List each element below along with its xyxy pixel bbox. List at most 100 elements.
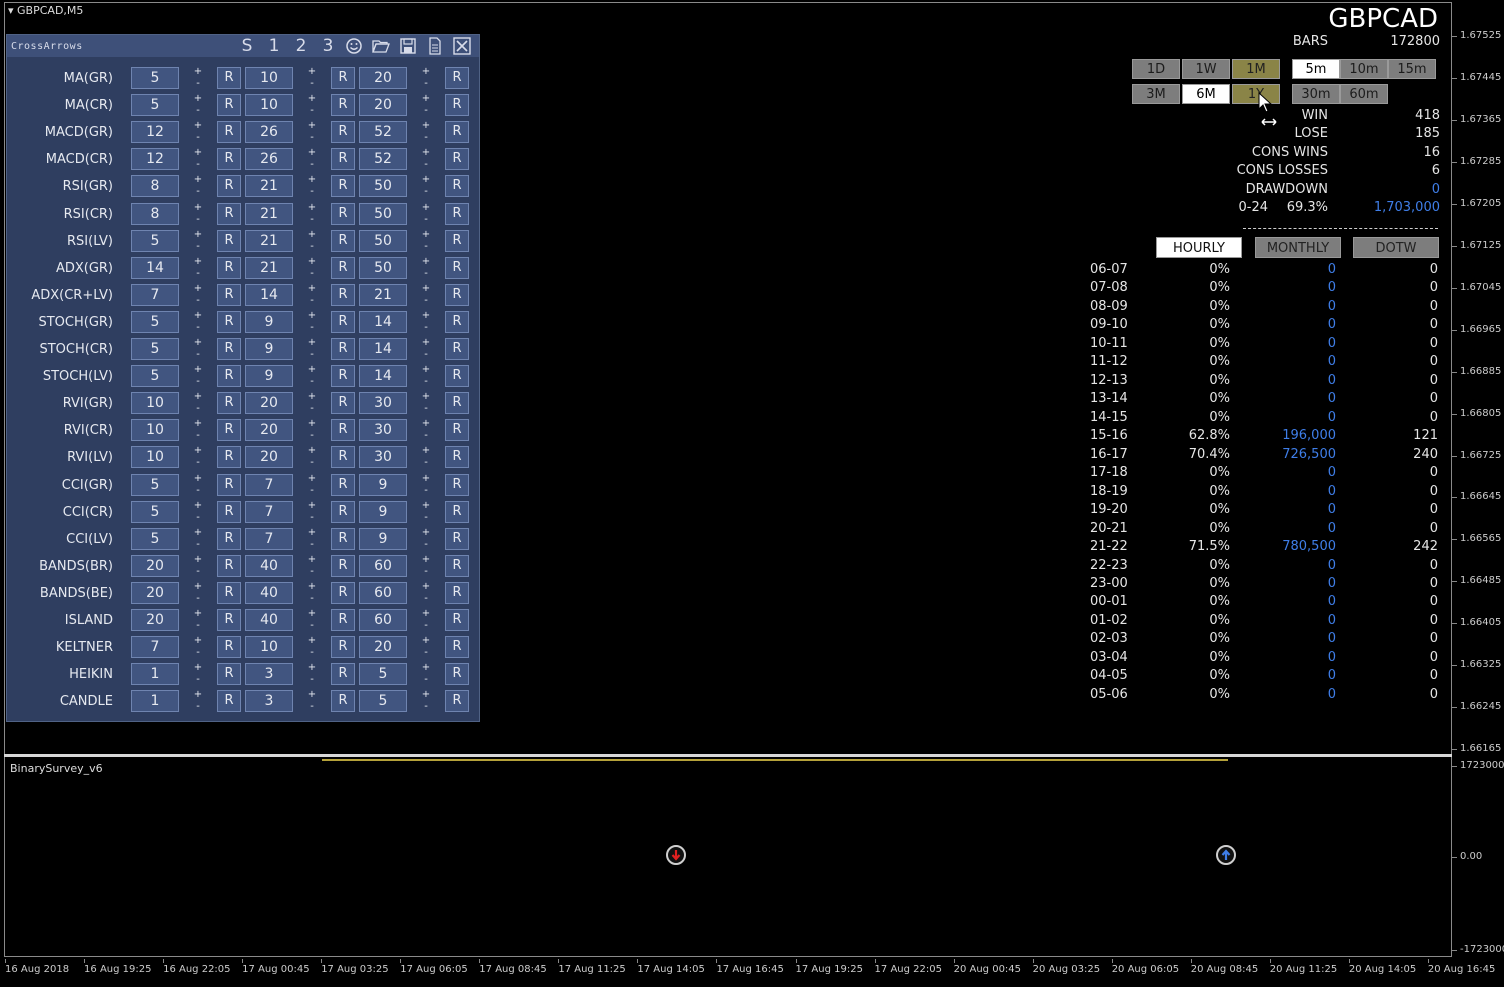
increment-button[interactable]: +	[193, 202, 203, 212]
reset-3-button[interactable]: R	[445, 609, 469, 631]
period-2-field[interactable]: 7	[245, 500, 293, 523]
decrement-button[interactable]: -	[193, 485, 203, 495]
reset-2-button[interactable]: R	[331, 500, 355, 523]
period-1-field[interactable]: 5	[131, 67, 179, 89]
period-3m-button[interactable]: 3M	[1132, 84, 1180, 104]
increment-button[interactable]: +	[307, 446, 317, 456]
increment-button[interactable]: +	[193, 310, 203, 320]
reset-3-button[interactable]: R	[445, 554, 469, 577]
decrement-button[interactable]: -	[421, 79, 431, 89]
increment-button[interactable]: +	[307, 636, 317, 646]
decrement-button[interactable]: -	[421, 377, 431, 387]
panel-header[interactable]: CrossArrows S 1 2 3	[7, 35, 479, 57]
period-1-field[interactable]: 7	[131, 636, 179, 659]
period-2-field[interactable]: 10	[245, 94, 293, 117]
increment-button[interactable]: +	[307, 338, 317, 348]
period-2-field[interactable]: 21	[245, 256, 293, 279]
decrement-button[interactable]: -	[307, 187, 317, 197]
reset-1-button[interactable]: R	[217, 554, 241, 577]
increment-button[interactable]: +	[193, 121, 203, 131]
reset-2-button[interactable]: R	[331, 581, 355, 604]
period-2-field[interactable]: 3	[245, 690, 293, 713]
period-3-field[interactable]: 9	[359, 473, 407, 496]
increment-button[interactable]: +	[307, 500, 317, 510]
smiley-icon[interactable]	[345, 37, 365, 55]
decrement-button[interactable]: -	[193, 241, 203, 251]
reset-3-button[interactable]: R	[445, 473, 469, 496]
decrement-button[interactable]: -	[193, 187, 203, 197]
period-1-field[interactable]: 5	[131, 229, 179, 252]
reset-3-button[interactable]: R	[445, 310, 469, 333]
increment-button[interactable]: +	[193, 175, 203, 185]
decrement-button[interactable]: -	[193, 593, 203, 603]
increment-button[interactable]: +	[307, 419, 317, 429]
decrement-button[interactable]: -	[421, 539, 431, 549]
reset-3-button[interactable]: R	[445, 581, 469, 604]
decrement-button[interactable]: -	[421, 187, 431, 197]
period-2-field[interactable]: 26	[245, 121, 293, 144]
increment-button[interactable]: +	[307, 229, 317, 239]
reset-2-button[interactable]: R	[331, 175, 355, 198]
reset-1-button[interactable]: R	[217, 310, 241, 333]
increment-button[interactable]: +	[307, 392, 317, 402]
decrement-button[interactable]: -	[307, 404, 317, 414]
decrement-button[interactable]: -	[193, 621, 203, 631]
reset-1-button[interactable]: R	[217, 609, 241, 631]
reset-1-button[interactable]: R	[217, 636, 241, 659]
decrement-button[interactable]: -	[193, 160, 203, 170]
reset-1-button[interactable]: R	[217, 67, 241, 89]
increment-button[interactable]: +	[193, 365, 203, 375]
reset-3-button[interactable]: R	[445, 202, 469, 225]
period-1d-button[interactable]: 1D	[1132, 59, 1180, 79]
decrement-button[interactable]: -	[193, 566, 203, 576]
period-2-field[interactable]: 3	[245, 663, 293, 686]
period-3-field[interactable]: 14	[359, 365, 407, 388]
period-2-field[interactable]: 20	[245, 392, 293, 415]
decrement-button[interactable]: -	[421, 512, 431, 522]
reset-1-button[interactable]: R	[217, 202, 241, 225]
interval-30m-button[interactable]: 30m	[1292, 84, 1340, 104]
decrement-button[interactable]: -	[193, 648, 203, 658]
increment-button[interactable]: +	[307, 365, 317, 375]
increment-button[interactable]: +	[421, 338, 431, 348]
decrement-button[interactable]: -	[193, 512, 203, 522]
period-3-field[interactable]: 14	[359, 310, 407, 333]
decrement-button[interactable]: -	[193, 268, 203, 278]
reset-1-button[interactable]: R	[217, 121, 241, 144]
reset-3-button[interactable]: R	[445, 636, 469, 659]
decrement-button[interactable]: -	[307, 295, 317, 305]
set-2-button[interactable]: 2	[291, 36, 311, 56]
reset-2-button[interactable]: R	[331, 94, 355, 117]
interval-5m-button[interactable]: 5m	[1292, 59, 1340, 79]
reset-2-button[interactable]: R	[331, 121, 355, 144]
period-3-field[interactable]: 20	[359, 67, 407, 89]
increment-button[interactable]: +	[421, 67, 431, 77]
reset-3-button[interactable]: R	[445, 67, 469, 89]
decrement-button[interactable]: -	[193, 702, 203, 712]
period-3-field[interactable]: 5	[359, 663, 407, 686]
period-1-field[interactable]: 14	[131, 256, 179, 279]
increment-button[interactable]: +	[421, 690, 431, 700]
increment-button[interactable]: +	[307, 202, 317, 212]
reset-2-button[interactable]: R	[331, 283, 355, 306]
decrement-button[interactable]: -	[421, 214, 431, 224]
period-2-field[interactable]: 14	[245, 283, 293, 306]
increment-button[interactable]: +	[307, 554, 317, 564]
period-2-field[interactable]: 40	[245, 554, 293, 577]
decrement-button[interactable]: -	[193, 377, 203, 387]
period-2-field[interactable]: 9	[245, 338, 293, 360]
up-arrow-signal-icon[interactable]	[1216, 845, 1236, 865]
reset-3-button[interactable]: R	[445, 500, 469, 523]
reset-2-button[interactable]: R	[331, 229, 355, 252]
period-1m-button[interactable]: 1M	[1232, 59, 1280, 79]
reset-1-button[interactable]: R	[217, 663, 241, 686]
increment-button[interactable]: +	[307, 175, 317, 185]
period-1-field[interactable]: 12	[131, 148, 179, 171]
reset-2-button[interactable]: R	[331, 256, 355, 279]
reset-1-button[interactable]: R	[217, 256, 241, 279]
decrement-button[interactable]: -	[421, 458, 431, 468]
tab-hourly[interactable]: HOURLY	[1156, 237, 1242, 258]
decrement-button[interactable]: -	[421, 404, 431, 414]
decrement-button[interactable]: -	[307, 539, 317, 549]
reset-2-button[interactable]: R	[331, 67, 355, 89]
